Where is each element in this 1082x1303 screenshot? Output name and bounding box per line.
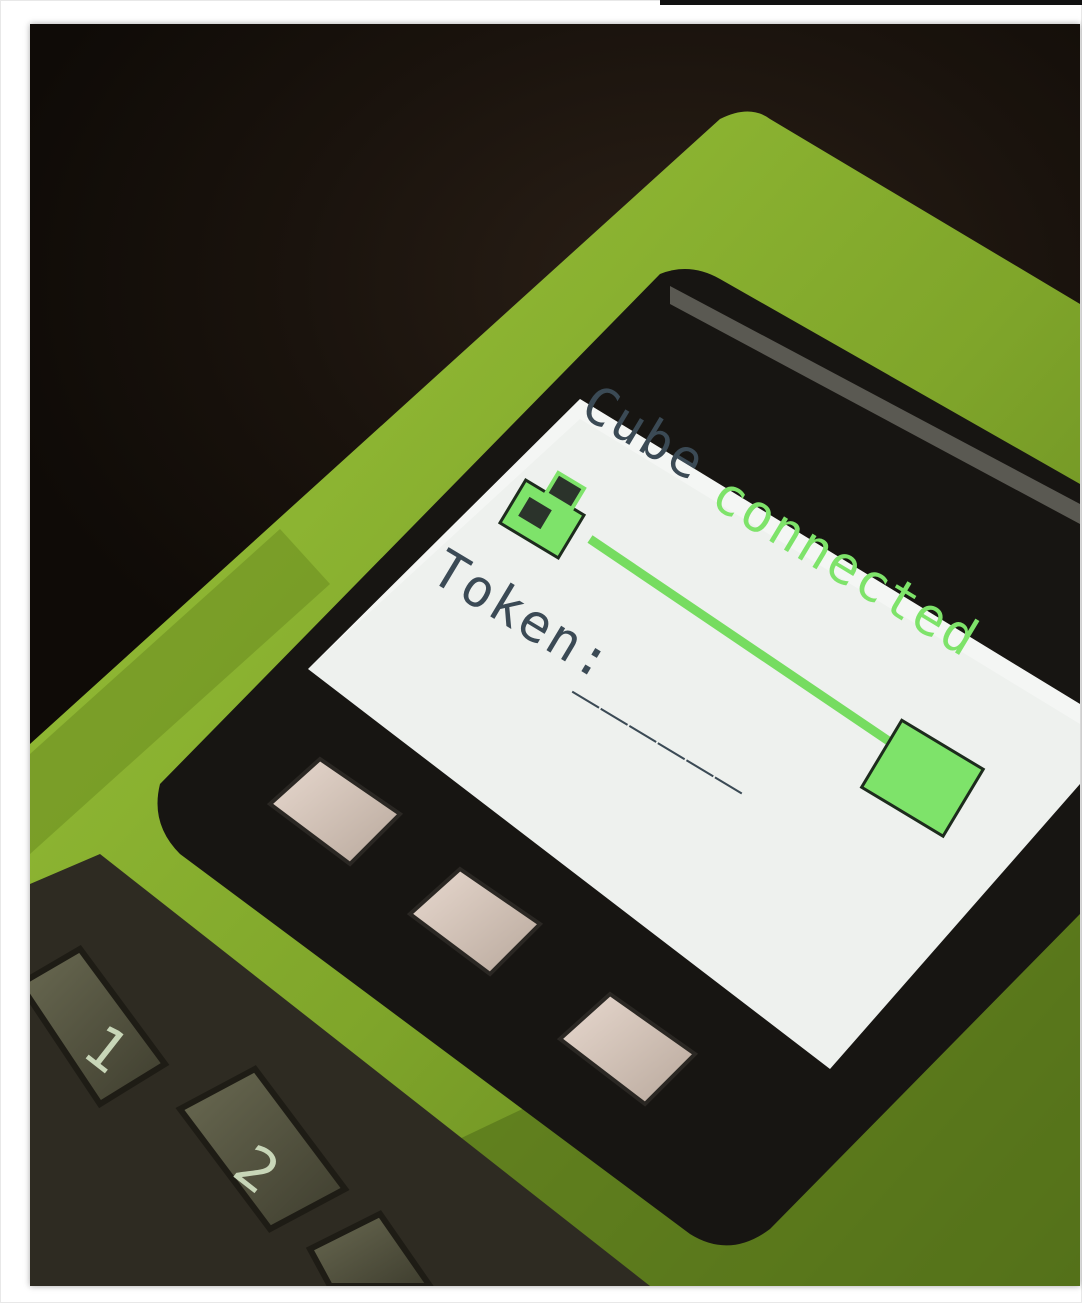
device-photo: 1 2 Cube connected Token: ______	[30, 24, 1080, 1286]
top-edge-strip	[660, 0, 1082, 5]
